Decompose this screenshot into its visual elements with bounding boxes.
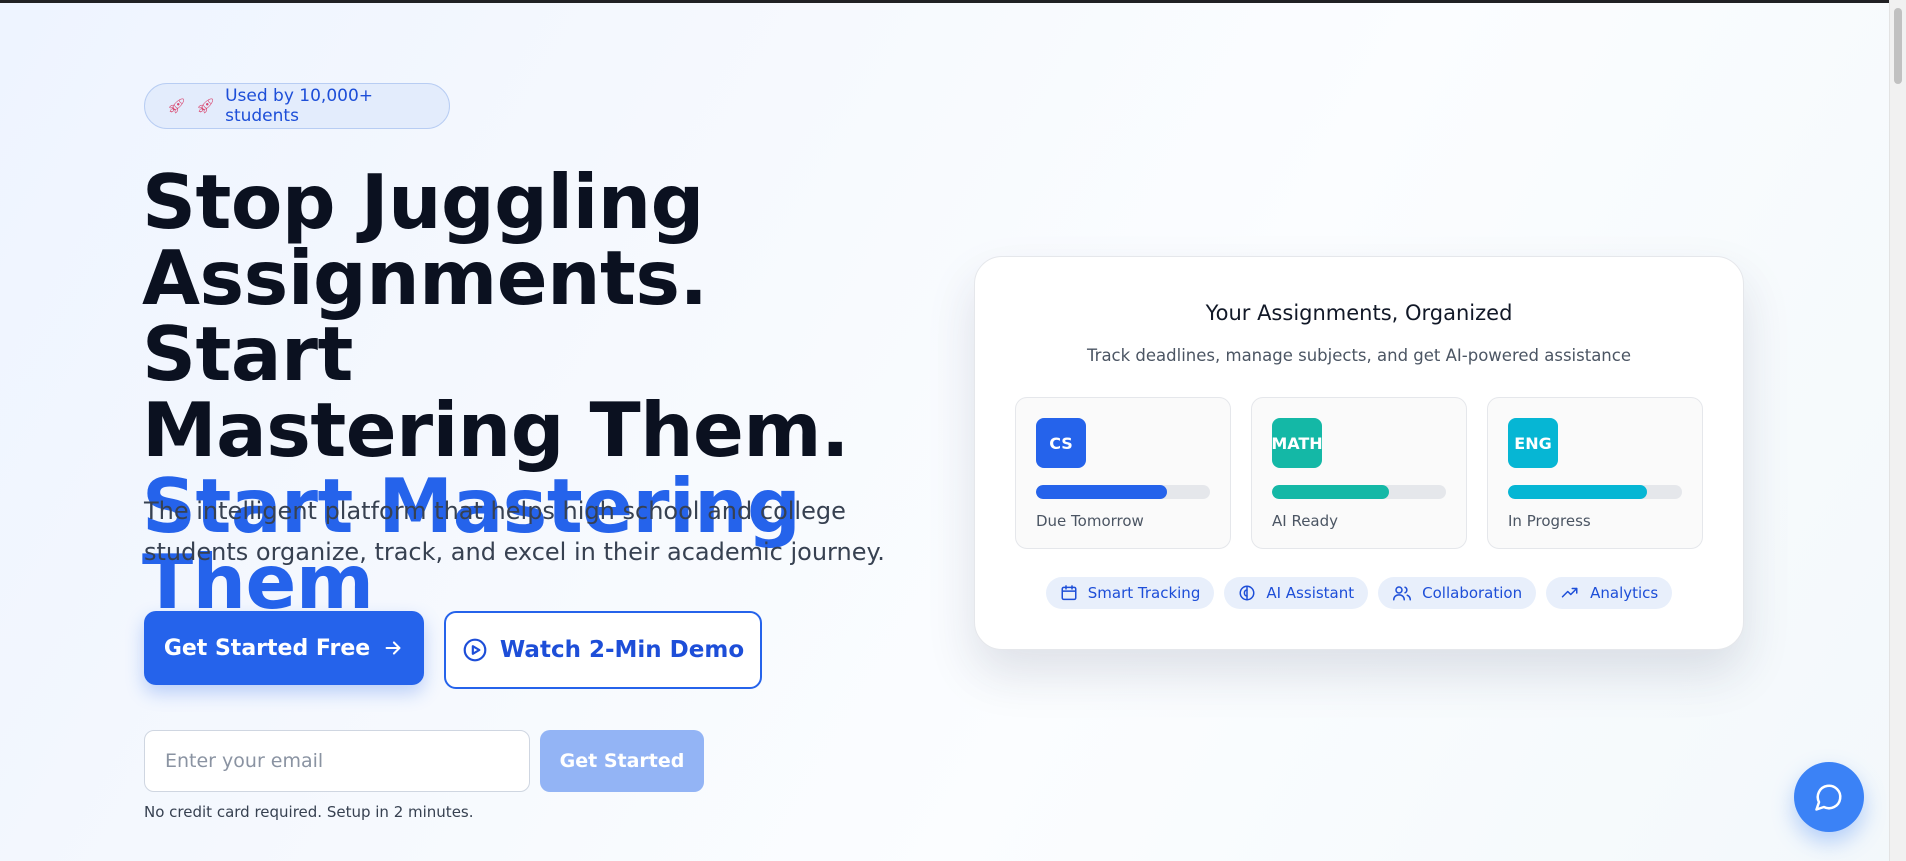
- subject-card-eng: ENG In Progress: [1487, 397, 1703, 549]
- calendar-icon: [1061, 585, 1077, 601]
- window-top-border: [0, 0, 1906, 3]
- email-input[interactable]: [144, 730, 530, 792]
- feature-chips: Smart Tracking AI Assistant Collaboratio…: [975, 577, 1743, 609]
- feature-chip-label: Analytics: [1590, 584, 1659, 602]
- hero-subtitle: The intelligent platform that helps high…: [144, 497, 885, 566]
- trending-up-icon: [1561, 587, 1578, 598]
- subject-status: In Progress: [1508, 512, 1591, 530]
- signup-note: No credit card required. Setup in 2 minu…: [144, 803, 474, 821]
- card-title: Your Assignments, Organized: [1205, 301, 1513, 325]
- feature-chip-smart-tracking: Smart Tracking: [1045, 577, 1215, 609]
- scrollbar-thumb[interactable]: [1894, 8, 1902, 84]
- page-scrollbar[interactable]: [1889, 0, 1906, 861]
- subject-badge: ENG: [1508, 418, 1558, 468]
- badge-label: Used by 10,000+ students: [225, 86, 374, 126]
- get-started-button[interactable]: Get Started: [540, 730, 704, 792]
- progress-fill: [1508, 485, 1648, 499]
- progress-track: [1036, 485, 1210, 499]
- progress-track: [1272, 485, 1446, 499]
- feature-chip-collaboration: Collaboration: [1378, 577, 1537, 609]
- get-started-free-button[interactable]: Get Started Free: [144, 611, 424, 685]
- subject-card-cs: CS Due Tomorrow: [1015, 397, 1231, 549]
- subject-status: AI Ready: [1272, 512, 1339, 530]
- brain-icon: [1239, 585, 1255, 601]
- progress-track: [1508, 485, 1682, 499]
- rocket-icon: 🚀︎: [167, 97, 187, 115]
- feature-chip-label: AI Assistant: [1266, 584, 1355, 602]
- feature-chip-label: Smart Tracking: [1087, 584, 1201, 602]
- play-circle-icon: [463, 638, 487, 662]
- progress-fill: [1272, 485, 1389, 499]
- feature-chip-analytics: Analytics: [1546, 577, 1673, 609]
- headline-line: Stop Juggling: [142, 158, 704, 246]
- progress-fill: [1036, 485, 1167, 499]
- watch-demo-button[interactable]: Watch 2-Min Demo: [444, 611, 762, 689]
- chat-bubble-icon: [1815, 784, 1842, 811]
- chat-button[interactable]: [1794, 762, 1864, 832]
- social-proof-badge: 🚀︎ 🚀︎ Used by 10,000+ students: [144, 83, 450, 129]
- headline-line: Assignments. Start: [142, 234, 708, 398]
- subject-status: Due Tomorrow: [1036, 512, 1144, 530]
- card-subtitle: Track deadlines, manage subjects, and ge…: [1087, 346, 1631, 365]
- rocket-icon: 🚀︎: [196, 97, 216, 115]
- get-started-free-label: Get Started Free: [163, 635, 371, 661]
- headline-line: Mastering Them.: [142, 386, 850, 474]
- assignments-preview-card: Your Assignments, Organized Track deadli…: [974, 256, 1744, 650]
- subject-badge: MATH: [1271, 418, 1323, 468]
- watch-demo-label: Watch 2-Min Demo: [499, 637, 745, 663]
- feature-chip-ai-assistant: AI Assistant: [1224, 577, 1369, 609]
- subject-card-math: MATH AI Ready: [1251, 397, 1467, 549]
- arrow-right-icon: [385, 641, 401, 655]
- feature-chip-label: Collaboration: [1422, 584, 1523, 602]
- users-icon: [1393, 586, 1412, 601]
- subject-badge: CS: [1036, 418, 1086, 468]
